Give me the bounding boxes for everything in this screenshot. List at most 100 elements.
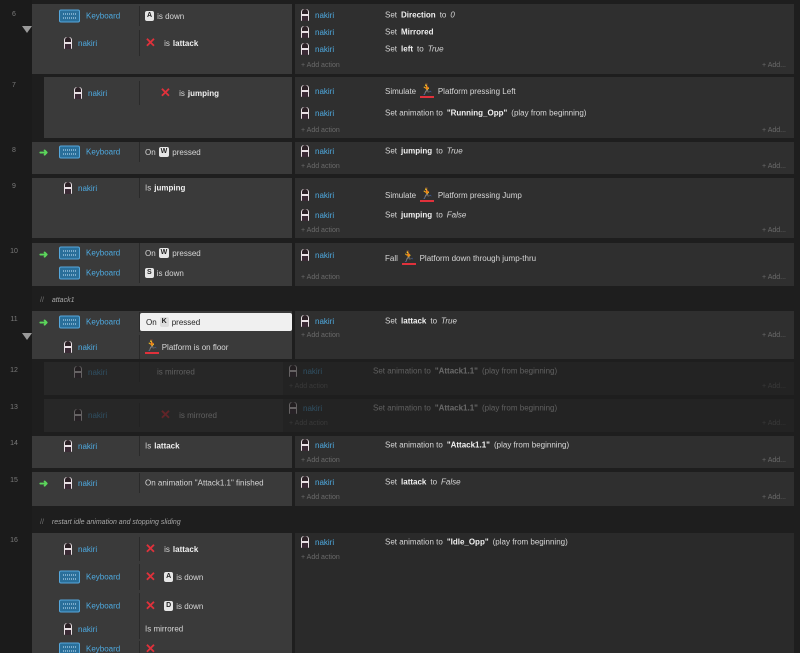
action-row[interactable]: nakiri Set Mirrored <box>295 23 794 41</box>
actions-block[interactable]: nakiri Set animation to "Idle_Opp" (play fr… <box>295 533 794 653</box>
conditions-block[interactable]: nakiri ✕ is mirrored <box>44 399 292 432</box>
event-10[interactable]: ➜ Keyboard On Wpressed Keyboard Sis down … <box>32 243 794 286</box>
event-11[interactable]: ➜ Keyboard On Kpressed nakiri 🏃 Platform i… <box>32 311 794 359</box>
add-action-link[interactable]: + Add action <box>301 554 340 561</box>
action-row[interactable]: nakiri Set jumping to True <box>295 142 794 160</box>
event-6[interactable]: Keyboard Ais down nakiri ✕ is lattack nak… <box>32 4 794 74</box>
add-more-link[interactable]: + Add... <box>762 163 786 170</box>
event-16[interactable]: nakiri ✕ is lattack Keyboard ✕ Ais down K… <box>32 533 794 653</box>
action-row[interactable]: nakiri Simulate 🏃 Platform pressing Jump <box>295 184 794 206</box>
conditions-block[interactable]: Keyboard Ais down nakiri ✕ is lattack <box>32 4 292 74</box>
action-row[interactable]: nakiri Set animation to "Running_Opp" (play… <box>295 104 794 122</box>
add-more-link[interactable]: + Add... <box>762 494 786 501</box>
conditions-block[interactable]: nakiri ✕ is jumping <box>44 77 292 138</box>
add-more-link[interactable]: + Add... <box>762 127 786 134</box>
action-row[interactable]: nakiri Set animation to "Attack1.1" (play f… <box>283 399 794 417</box>
action-row[interactable]: nakiri Set left to True <box>295 40 794 58</box>
conditions-block[interactable]: nakiri Is lattack <box>32 436 292 468</box>
add-action-link[interactable]: + Add action <box>301 127 340 134</box>
action-row[interactable]: nakiri Set animation to "Idle_Opp" (play fr… <box>295 533 794 551</box>
condition-row[interactable]: nakiri is mirrored <box>44 362 304 382</box>
condition-row[interactable]: nakiri ✕ is mirrored <box>44 403 304 427</box>
line-number: 11 <box>10 316 18 323</box>
condition-row[interactable]: nakiri Is jumping <box>32 178 292 198</box>
conditions-block[interactable]: nakiri is mirrored <box>44 362 292 395</box>
conditions-block[interactable]: ➜ Keyboard On Kpressed nakiri 🏃 Platform i… <box>32 311 292 359</box>
object-name: nakiri <box>78 38 98 48</box>
add-more-link[interactable]: + Add... <box>762 62 786 69</box>
action-text: Fall <box>385 253 398 263</box>
add-action-link[interactable]: + Add action <box>301 457 340 464</box>
condition-row[interactable]: nakiri Is mirrored <box>32 619 292 639</box>
collapse-triangle-icon[interactable] <box>22 333 32 340</box>
add-action-link[interactable]: + Add action <box>289 420 328 427</box>
object-name: nakiri <box>315 10 335 20</box>
add-action-link[interactable]: + Add action <box>301 163 340 170</box>
condition-row[interactable]: nakiri Is lattack <box>32 436 292 456</box>
sprite-icon <box>301 476 309 488</box>
conditions-block[interactable]: nakiri ✕ is lattack Keyboard ✕ Ais down K… <box>32 533 292 653</box>
add-more-link[interactable]: + Add... <box>762 383 786 390</box>
actions-block[interactable]: nakiri Simulate 🏃 Platform pressing Left na… <box>295 77 794 138</box>
condition-row[interactable]: nakiri ✕ is lattack <box>32 30 292 56</box>
action-row[interactable]: nakiri Fall 🏃 Platform down through jump-th… <box>295 247 794 269</box>
actions-block[interactable]: nakiri Set animation to "Attack1.1" (play f… <box>283 399 794 432</box>
actions-block[interactable]: nakiri Set Direction to 0 nakiri Set Mirrored … <box>295 4 794 74</box>
add-more-link[interactable]: + Add... <box>762 457 786 464</box>
condition-row[interactable]: Keyboard ✕ Ais down <box>32 564 292 590</box>
action-text: to <box>430 316 438 326</box>
conditions-block[interactable]: ➜ nakiri On animation "Attack1.1" finish… <box>32 472 292 506</box>
action-row[interactable]: nakiri Set lattack to False <box>295 473 794 491</box>
add-action-link[interactable]: + Add action <box>301 62 340 69</box>
actions-block[interactable]: nakiri Fall 🏃 Platform down through jump-th… <box>295 243 794 286</box>
condition-row[interactable]: nakiri ✕ is jumping <box>44 81 304 105</box>
condition-row[interactable]: nakiri On animation "Attack1.1" finished <box>32 473 292 493</box>
action-row[interactable]: nakiri Set animation to "Attack1.1" (play f… <box>283 362 794 380</box>
condition-row[interactable]: Keyboard Sis down <box>32 263 292 283</box>
comment-row[interactable]: // attack1 <box>32 291 800 309</box>
condition-row[interactable]: Keyboard ✕ <box>32 641 292 653</box>
actions-block[interactable]: nakiri Simulate 🏃 Platform pressing Jump na… <box>295 178 794 238</box>
condition-row[interactable]: Keyboard Ais down <box>32 6 292 26</box>
add-action-link[interactable]: + Add action <box>301 332 340 339</box>
condition-row[interactable]: Keyboard On Wpressed <box>32 142 292 162</box>
collapse-triangle-icon[interactable] <box>22 26 32 33</box>
conditions-block[interactable]: nakiri Is jumping <box>32 178 292 238</box>
action-row[interactable]: nakiri Simulate 🏃 Platform pressing Left <box>295 82 794 100</box>
add-more-link[interactable]: + Add... <box>762 332 786 339</box>
keyboard-icon <box>59 599 80 613</box>
event-9[interactable]: nakiri Is jumping nakiri Simulate 🏃 Platform… <box>32 178 794 238</box>
add-action-link[interactable]: + Add action <box>301 274 340 281</box>
condition-row[interactable]: Keyboard On Wpressed <box>32 243 292 263</box>
add-action-link[interactable]: + Add action <box>301 494 340 501</box>
actions-block[interactable]: nakiri Set animation to "Attack1.1" (play f… <box>283 362 794 395</box>
comment-row[interactable]: // restart idle animation and stopping sl… <box>32 513 800 531</box>
event-12-disabled[interactable]: nakiri is mirrored nakiri Set animation t… <box>32 362 794 395</box>
action-row[interactable]: nakiri Set Direction to 0 <box>295 6 794 24</box>
action-row[interactable]: nakiri Set jumping to False <box>295 206 794 224</box>
actions-block[interactable]: nakiri Set jumping to True + Add action + Ad… <box>295 142 794 174</box>
actions-block[interactable]: nakiri Set lattack to False + Add action + A… <box>295 472 794 506</box>
condition-row[interactable]: nakiri 🏃 Platform is on floor <box>32 335 292 359</box>
condition-row[interactable]: Keyboard ✕ Dis down <box>32 593 292 619</box>
action-row[interactable]: nakiri Set animation to "Attack1.1" (play f… <box>295 436 794 454</box>
add-action-link[interactable]: + Add action <box>289 383 328 390</box>
actions-block[interactable]: nakiri Set lattack to True + Add action + Ad… <box>295 311 794 359</box>
event-8[interactable]: ➜ Keyboard On Wpressed nakiri Set jumping to… <box>32 142 794 174</box>
add-more-link[interactable]: + Add... <box>762 420 786 427</box>
condition-row[interactable]: Keyboard On Kpressed <box>32 312 292 332</box>
add-more-link[interactable]: + Add... <box>762 274 786 281</box>
conditions-block[interactable]: ➜ Keyboard On Wpressed <box>32 142 292 174</box>
event-7[interactable]: nakiri ✕ is jumping nakiri Simulate 🏃 Platfo… <box>32 77 794 138</box>
event-15[interactable]: ➜ nakiri On animation "Attack1.1" finish… <box>32 472 794 506</box>
invert-x-icon: ✕ <box>145 598 156 613</box>
add-action-link[interactable]: + Add action <box>301 227 340 234</box>
event-13-disabled[interactable]: nakiri ✕ is mirrored nakiri Set animation… <box>32 399 794 432</box>
conditions-block[interactable]: ➜ Keyboard On Wpressed Keyboard Sis down <box>32 243 292 286</box>
action-row[interactable]: nakiri Set lattack to True <box>295 312 794 330</box>
add-more-link[interactable]: + Add... <box>762 227 786 234</box>
selected-condition[interactable]: On Kpressed <box>140 313 292 331</box>
actions-block[interactable]: nakiri Set animation to "Attack1.1" (play f… <box>295 436 794 468</box>
event-14[interactable]: nakiri Is lattack nakiri Set animation to "… <box>32 436 794 468</box>
condition-row[interactable]: nakiri ✕ is lattack <box>32 537 292 561</box>
